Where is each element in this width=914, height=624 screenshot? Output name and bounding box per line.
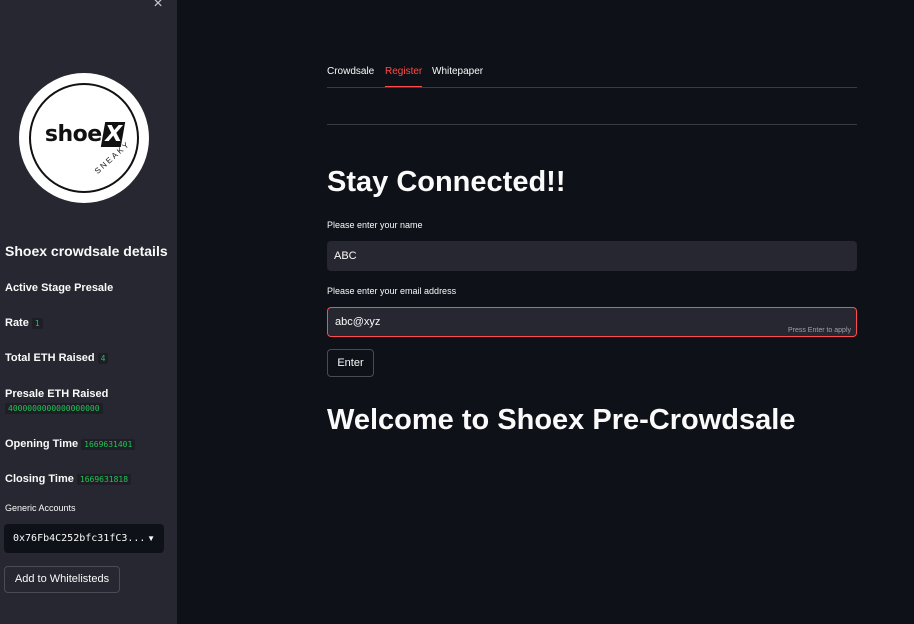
name-label: Please enter your name	[327, 220, 423, 230]
chevron-down-icon: ▼	[147, 534, 155, 543]
tab-underline	[327, 87, 857, 88]
total-eth-label: Total ETH Raised	[5, 352, 95, 364]
presale-eth-label: Presale ETH Raised	[5, 388, 109, 400]
total-eth-row: Total ETH Raised 4	[5, 352, 109, 364]
presale-eth-value: 4000000000000000000	[5, 403, 103, 414]
main-content: Crowdsale Register Whitepaper Stay Conne…	[177, 0, 914, 624]
tab-register[interactable]: Register	[385, 66, 423, 88]
email-input-value: abc@xyz	[335, 316, 381, 328]
close-icon[interactable]: ×	[150, 0, 166, 12]
active-stage-text: Active Stage Presale	[5, 282, 114, 294]
closing-time-label: Closing Time	[5, 473, 74, 485]
total-eth-value: 4	[97, 353, 109, 364]
opening-time-row: Opening Time 1669631401	[5, 438, 136, 450]
generic-accounts-label: Generic Accounts	[5, 503, 76, 513]
divider	[327, 124, 857, 125]
rate-value: 1	[31, 318, 43, 329]
rate-label: Rate	[5, 317, 29, 329]
rate-row: Rate 1	[5, 317, 43, 329]
page-heading: Stay Connected!!	[327, 166, 566, 198]
tab-crowdsale[interactable]: Crowdsale	[327, 66, 374, 86]
account-select-value: 0x76Fb4C252bfc31fC3...	[13, 533, 146, 544]
email-hint: Press Enter to apply	[787, 327, 851, 334]
account-select[interactable]: 0x76Fb4C252bfc31fC3... ▼	[4, 524, 164, 553]
sidebar-title: Shoex crowdsale details	[5, 243, 168, 259]
closing-time-row: Closing Time 1669631818	[5, 473, 132, 485]
opening-time-value: 1669631401	[81, 439, 136, 450]
shoex-logo: shoeX SNEAKY	[19, 73, 149, 203]
tab-whitepaper[interactable]: Whitepaper	[432, 66, 483, 86]
sidebar: × shoeX SNEAKY Shoex crowdsale details A…	[0, 0, 177, 624]
email-label: Please enter your email address	[327, 286, 457, 296]
name-input[interactable]: ABC	[327, 241, 857, 271]
enter-button[interactable]: Enter	[327, 349, 374, 377]
email-input[interactable]: abc@xyz Press Enter to apply	[327, 307, 857, 337]
presale-eth-row: Presale ETH Raised 4000000000000000000	[5, 388, 108, 414]
welcome-heading: Welcome to Shoex Pre-Crowdsale	[327, 404, 796, 436]
name-input-value: ABC	[334, 250, 357, 262]
tab-bar: Crowdsale Register Whitepaper	[327, 66, 857, 88]
add-to-whitelist-button[interactable]: Add to Whitelisteds	[4, 566, 120, 593]
opening-time-label: Opening Time	[5, 438, 79, 450]
closing-time-value: 1669631818	[76, 474, 132, 485]
